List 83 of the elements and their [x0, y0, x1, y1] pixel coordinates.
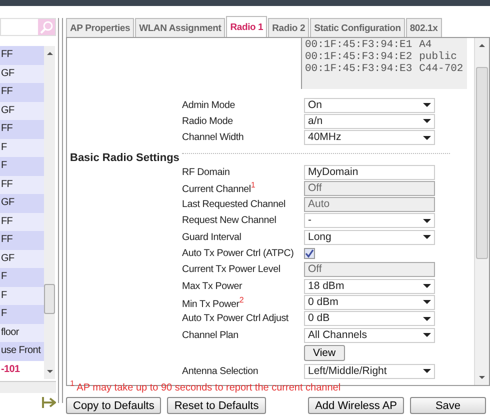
caret-icon: [423, 119, 431, 124]
list-item[interactable]: FF: [0, 212, 44, 231]
field-label: Request New Channel: [182, 215, 276, 226]
field-label: Antenna Selection: [182, 366, 258, 377]
list-item[interactable]: F: [0, 268, 44, 286]
field-label: RF Domain: [182, 166, 230, 178]
field-label: Guard Interval: [182, 232, 242, 243]
wlan-name: A4: [419, 39, 432, 51]
list-item[interactable]: FF: [0, 231, 44, 250]
dropdown[interactable]: 18 dBm: [304, 278, 435, 294]
wlan-listbox[interactable]: 00:1F:45:F3:94:E1 A4 00:1F:45:F3:94:E2 public 00:1F:45:F3:94:E3 C44-702: [301, 38, 467, 89]
field-label: Max Tx Power: [182, 280, 242, 292]
field-label: Current Channel$^{1}$: [182, 184, 256, 196]
caret-icon: [423, 284, 431, 288]
input-field: Off: [304, 262, 435, 278]
horizontal-scrollbar[interactable]: [0, 381, 56, 393]
dropdown[interactable]: All Channels: [304, 328, 435, 342]
scrollbar[interactable]: [474, 38, 489, 385]
field-label: Current Tx Power Level: [182, 264, 280, 276]
view-button[interactable]: View: [304, 345, 345, 362]
input-field: Auto: [304, 197, 435, 212]
tab[interactable]: Radio 2: [268, 18, 310, 37]
scrollbar[interactable]: [44, 46, 55, 379]
list-item[interactable]: FF: [0, 120, 44, 138]
tab[interactable]: Static Configuration: [310, 18, 405, 37]
checkbox[interactable]: [304, 248, 315, 260]
list-item[interactable]: floor: [0, 324, 44, 342]
action-button[interactable]: Reset to Defaults: [167, 397, 266, 414]
section-heading: Basic Radio Settings: [70, 152, 180, 164]
input-field: Off: [304, 180, 435, 196]
search-icon[interactable]: [38, 19, 55, 35]
list-item[interactable]: GF: [0, 64, 44, 83]
field-label: Admin Mode: [182, 100, 235, 111]
dropdown[interactable]: Left/Middle/Right: [304, 364, 435, 379]
action-button[interactable]: Add Wireless AP: [308, 397, 404, 414]
field-label: Channel Width: [182, 132, 244, 144]
caret-icon: [423, 316, 431, 321]
dropdown[interactable]: Long: [304, 230, 435, 245]
list-item[interactable]: GF: [0, 102, 44, 120]
tab[interactable]: WLAN Assignment: [135, 18, 226, 37]
dropdown[interactable]: 0 dB: [304, 311, 435, 326]
list-item[interactable]: GF: [0, 194, 44, 212]
field-label: Auto Tx Power Ctrl (ATPC): [182, 248, 294, 260]
caret-icon: [423, 235, 431, 240]
splitter[interactable]: [58, 18, 63, 403]
dropdown[interactable]: a/n: [304, 114, 435, 129]
action-button[interactable]: Save: [410, 397, 486, 414]
list-item[interactable]: F: [0, 157, 44, 176]
caret-icon: [423, 136, 431, 140]
wlan-name: public: [419, 51, 457, 63]
field-label: Channel Plan: [182, 330, 238, 340]
caret-icon: [423, 300, 431, 304]
list-item[interactable]: use Front: [0, 342, 44, 360]
caret-icon: [423, 369, 431, 374]
mac-address: 00:1F:45:F3:94:E2: [305, 51, 412, 63]
dropdown[interactable]: 0 dBm: [304, 294, 435, 310]
list-item[interactable]: GF: [0, 250, 44, 268]
field-label: Radio Mode: [182, 116, 233, 127]
dropdown[interactable]: On: [304, 98, 435, 113]
list-item[interactable]: F: [0, 286, 44, 305]
list-item[interactable]: FF: [0, 176, 44, 194]
tab[interactable]: AP Properties: [66, 18, 134, 37]
mac-address: 00:1F:45:F3:94:E1: [305, 39, 412, 51]
search-field[interactable]: [0, 18, 56, 36]
field-label: Min Tx Power$^{2}$: [182, 298, 244, 310]
mac-address: 00:1F:45:F3:94:E3: [305, 63, 412, 75]
action-button[interactable]: Copy to Defaults: [66, 397, 162, 414]
tab[interactable]: Radio 1: [226, 16, 268, 37]
caret-icon: [423, 333, 431, 337]
input-field[interactable]: MyDomain: [304, 164, 435, 180]
dropdown[interactable]: 40MHz: [304, 130, 435, 146]
list-item[interactable]: F: [0, 305, 44, 324]
caret-icon: [423, 218, 431, 223]
field-label: Auto Tx Power Ctrl Adjust: [182, 313, 288, 324]
field-label: Last Requested Channel: [182, 199, 286, 210]
list-item[interactable]: F: [0, 138, 44, 157]
tab[interactable]: 802.1x: [406, 18, 442, 37]
caret-icon: [423, 103, 431, 108]
footnote: $^{1}$ AP may take up to 90 seconds to report the current channel: [69, 379, 342, 396]
list-item[interactable]: FF: [0, 83, 44, 102]
list-item[interactable]: FF: [0, 46, 44, 64]
dropdown[interactable]: -: [304, 213, 435, 228]
wlan-name: C44-702: [419, 63, 464, 75]
